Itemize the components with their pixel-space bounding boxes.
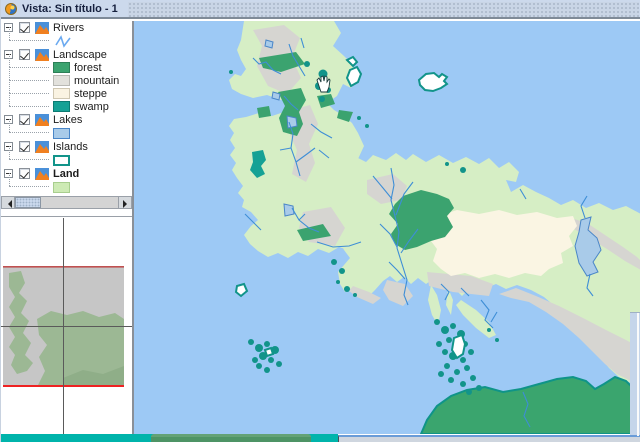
legend-row-swamp: swamp: [1, 100, 132, 113]
lakes-swatch: [53, 128, 70, 139]
layer-label: Land: [53, 168, 79, 180]
toc-horizontal-scrollbar[interactable]: [1, 196, 132, 209]
scrollbar-thumb[interactable]: [15, 197, 41, 208]
tree-guide: [9, 146, 10, 159]
overview-crosshair-horizontal: [1, 326, 132, 327]
tree-guide: [9, 80, 10, 93]
layer-row-landscape[interactable]: Landscape: [1, 48, 132, 61]
legend-row-land: [1, 180, 132, 194]
islands-swatch: [53, 155, 70, 166]
layer-icon: [35, 22, 49, 34]
layer-label: Landscape: [53, 49, 107, 61]
layer-checkbox[interactable]: [19, 114, 30, 125]
legend-label: steppe: [74, 88, 107, 100]
legend-row-forest: forest: [1, 61, 132, 74]
layer-label: Lakes: [53, 114, 82, 126]
layer-row-lakes[interactable]: Lakes: [1, 113, 132, 126]
river-line-symbol: [55, 35, 73, 48]
tree-guide: [9, 67, 10, 80]
layer-icon: [35, 141, 49, 153]
legend-row-mountain: mountain: [1, 74, 132, 87]
layer-icon: [35, 114, 49, 126]
legend-row-steppe: steppe: [1, 87, 132, 100]
background-window-edge-right: [630, 312, 640, 435]
window-titlebar[interactable]: Vista: Sin título - 1: [1, 0, 640, 19]
tree-guide: [9, 119, 10, 132]
land-swatch: [53, 182, 70, 193]
titlebar-texture: [128, 2, 639, 17]
bottom-border-green-segment: [151, 434, 311, 442]
swamp-swatch: [53, 101, 70, 112]
tree-guide: [9, 93, 10, 106]
steppe-swatch: [53, 88, 70, 99]
layer-row-rivers[interactable]: Rivers: [1, 21, 132, 34]
mountain-swatch: [53, 75, 70, 86]
layer-label: Islands: [53, 141, 88, 153]
window-title: Vista: Sin título - 1: [22, 3, 128, 15]
tree-guide: [9, 27, 10, 40]
layer-tree: Rivers Landscape for: [1, 21, 132, 196]
vista-window: Vista: Sin título - 1 Rivers: [0, 0, 640, 442]
overview-locator-panel[interactable]: [1, 216, 132, 434]
layer-row-islands[interactable]: Islands: [1, 140, 132, 153]
scroll-left-arrow[interactable]: [2, 197, 15, 208]
layer-row-land[interactable]: Land: [1, 167, 132, 180]
legend-row-lakes: [1, 126, 132, 140]
layer-checkbox[interactable]: [19, 49, 30, 60]
layer-checkbox[interactable]: [19, 168, 30, 179]
layer-checkbox[interactable]: [19, 22, 30, 33]
window-bottom-border: [1, 434, 338, 442]
background-window-edge-bottom: [338, 435, 640, 442]
gvsig-sphere-icon: [5, 3, 17, 15]
scroll-right-arrow[interactable]: [118, 197, 131, 208]
layer-icon: [35, 49, 49, 61]
toc-panel: Rivers Landscape for: [1, 21, 134, 434]
tree-guide: [9, 54, 10, 67]
forest-swatch: [53, 62, 70, 73]
layer-label: Rivers: [53, 22, 84, 34]
layer-icon: [35, 168, 49, 180]
symbol-row-rivers: [1, 34, 132, 48]
layer-checkbox[interactable]: [19, 141, 30, 152]
map-canvas[interactable]: [134, 21, 640, 434]
scrollbar-track[interactable]: [41, 197, 118, 208]
legend-row-islands: [1, 153, 132, 167]
tree-guide: [9, 173, 10, 186]
legend-label: forest: [74, 62, 102, 74]
legend-label: mountain: [74, 75, 119, 87]
legend-label: swamp: [74, 101, 109, 113]
